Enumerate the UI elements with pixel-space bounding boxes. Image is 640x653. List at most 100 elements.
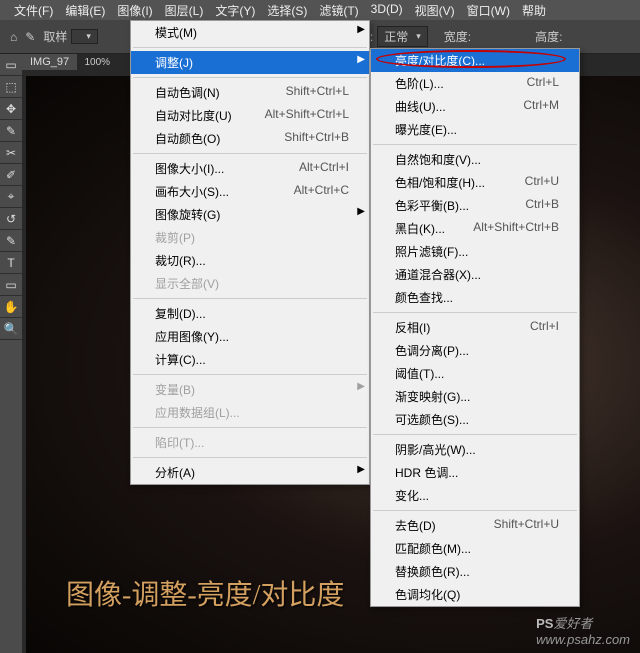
height-label: 高度: [535, 28, 562, 45]
menu-item[interactable]: 亮度/对比度(C)... [371, 49, 579, 72]
menu-item[interactable]: 色调均化(Q) [371, 583, 579, 606]
menu-item[interactable]: 可选颜色(S)... [371, 408, 579, 431]
menu-item[interactable]: 曝光度(E)... [371, 118, 579, 141]
submenu-arrow-icon: ▶ [357, 24, 365, 35]
menu-item[interactable]: 去色(D)Shift+Ctrl+U [371, 514, 579, 537]
width-label: 宽度: [444, 28, 471, 45]
sample-dropdown[interactable]: ▾ [71, 29, 98, 44]
menu-item-label: 自然饱和度(V)... [395, 151, 481, 168]
menu-5[interactable]: 选择(S) [261, 0, 313, 20]
menu-4[interactable]: 文字(Y) [209, 0, 261, 20]
menu-item[interactable]: 自动颜色(O) Shift+Ctrl+B [131, 127, 369, 150]
menu-7[interactable]: 3D(D) [365, 0, 409, 20]
shortcut: Ctrl+M [523, 98, 559, 115]
tool-9[interactable]: T [0, 252, 22, 274]
menu-item[interactable]: 计算(C)... [131, 348, 369, 371]
separator [133, 427, 367, 428]
tool-11[interactable]: ✋ [0, 296, 22, 318]
sample-label: 取样 [43, 28, 67, 45]
menu-1[interactable]: 编辑(E) [59, 0, 111, 20]
menu-item[interactable]: 颜色查找... [371, 286, 579, 309]
menu-item[interactable]: 模式(M)▶ [131, 21, 369, 44]
tool-1[interactable]: ⬚ [0, 76, 22, 98]
shortcut: Shift+Ctrl+B [284, 130, 349, 147]
menu-2[interactable]: 图像(I) [111, 0, 158, 20]
shortcut: Alt+Shift+Ctrl+B [473, 220, 559, 237]
tool-0[interactable]: ▭ [0, 54, 22, 76]
annotation-caption: 图像-调整-亮度/对比度 [66, 573, 344, 613]
separator [133, 457, 367, 458]
menu-8[interactable]: 视图(V) [409, 0, 461, 20]
menu-item: 变量(B)▶ [131, 378, 369, 401]
mode-dropdown[interactable]: 正常▾ [377, 26, 428, 47]
menu-0[interactable]: 文件(F) [8, 0, 59, 20]
watermark-brand: PS [536, 616, 553, 631]
tool-7[interactable]: ↺ [0, 208, 22, 230]
separator [133, 47, 367, 48]
menu-item[interactable]: 图像大小(I)...Alt+Ctrl+I [131, 157, 369, 180]
menu-item[interactable]: 裁切(R)... [131, 249, 369, 272]
menu-3[interactable]: 图层(L) [159, 0, 210, 20]
menu-10[interactable]: 帮助 [516, 0, 552, 20]
menu-item-label: 画布大小(S)... [155, 183, 229, 200]
menu-item-label: 曲线(U)... [395, 98, 446, 115]
menu-item[interactable]: 渐变映射(G)... [371, 385, 579, 408]
eyedrop-icon[interactable]: ✎ [25, 30, 35, 44]
adjustments-submenu: 亮度/对比度(C)...色阶(L)...Ctrl+L 曲线(U)... Ctrl+M… [370, 48, 580, 607]
tool-palette: ▭⬚✥✎✂✐⌖↺✎T▭✋🔍 [0, 54, 22, 653]
menu-item[interactable]: 色彩平衡(B)...Ctrl+B [371, 194, 579, 217]
menu-item[interactable]: 自然饱和度(V)... [371, 148, 579, 171]
submenu-arrow-icon: ▶ [357, 381, 365, 392]
menu-item[interactable]: 色相/饱和度(H)...Ctrl+U [371, 171, 579, 194]
menu-item[interactable]: 复制(D)... [131, 302, 369, 325]
menu-item-label: 色调分离(P)... [395, 342, 469, 359]
menu-item[interactable]: 匹配颜色(M)... [371, 537, 579, 560]
menu-item[interactable]: 黑白(K)...Alt+Shift+Ctrl+B [371, 217, 579, 240]
menu-item-label: 反相(I) [395, 319, 430, 336]
menu-item[interactable]: 调整(J)▶ [131, 51, 369, 74]
menu-item[interactable]: 分析(A)▶ [131, 461, 369, 484]
menu-item-label: 计算(C)... [155, 351, 206, 368]
menu-item-label: 裁剪(P) [155, 229, 195, 246]
menu-item-label: 色彩平衡(B)... [395, 197, 469, 214]
menu-item[interactable]: 图像旋转(G)▶ [131, 203, 369, 226]
separator [373, 312, 577, 313]
tool-2[interactable]: ✥ [0, 98, 22, 120]
tool-5[interactable]: ✐ [0, 164, 22, 186]
menu-9[interactable]: 窗口(W) [461, 0, 516, 20]
menu-item[interactable]: 反相(I)Ctrl+I [371, 316, 579, 339]
menu-item[interactable]: 色调分离(P)... [371, 339, 579, 362]
tool-8[interactable]: ✎ [0, 230, 22, 252]
menu-item[interactable]: 自动对比度(U)Alt+Shift+Ctrl+L [131, 104, 369, 127]
menu-item[interactable]: 自动色调(N)Shift+Ctrl+L [131, 81, 369, 104]
menu-6[interactable]: 滤镜(T) [313, 0, 364, 20]
menu-item[interactable]: 阈值(T)... [371, 362, 579, 385]
menu-item[interactable]: 替换颜色(R)... [371, 560, 579, 583]
separator [373, 144, 577, 145]
menu-item-label: 自动色调(N) [155, 84, 220, 101]
menu-item[interactable]: 变化... [371, 484, 579, 507]
menu-item[interactable]: 曲线(U)... Ctrl+M [371, 95, 579, 118]
shortcut: Shift+Ctrl+U [494, 517, 559, 534]
zoom-level: 100% [84, 57, 110, 68]
menu-item[interactable]: HDR 色调... [371, 461, 579, 484]
menu-item[interactable]: 阴影/高光(W)... [371, 438, 579, 461]
menubar: 文件(F)编辑(E)图像(I)图层(L)文字(Y)选择(S)滤镜(T)3D(D)… [0, 0, 640, 20]
tool-6[interactable]: ⌖ [0, 186, 22, 208]
shortcut: Ctrl+U [525, 174, 559, 191]
menu-item-label: 自动颜色(O) [155, 130, 220, 147]
menu-item[interactable]: 通道混合器(X)... [371, 263, 579, 286]
menu-item[interactable]: 色阶(L)...Ctrl+L [371, 72, 579, 95]
menu-item: 陷印(T)... [131, 431, 369, 454]
tool-10[interactable]: ▭ [0, 274, 22, 296]
document-tab[interactable]: IMG_97 [22, 54, 77, 70]
tool-4[interactable]: ✂ [0, 142, 22, 164]
watermark: PS爱好者 www.psahz.com [536, 613, 630, 647]
home-icon[interactable]: ⌂ [10, 30, 17, 44]
tool-12[interactable]: 🔍 [0, 318, 22, 340]
menu-item[interactable]: 应用图像(Y)... [131, 325, 369, 348]
menu-item[interactable]: 照片滤镜(F)... [371, 240, 579, 263]
menu-item[interactable]: 画布大小(S)...Alt+Ctrl+C [131, 180, 369, 203]
tool-3[interactable]: ✎ [0, 120, 22, 142]
menu-item-label: 应用图像(Y)... [155, 328, 229, 345]
